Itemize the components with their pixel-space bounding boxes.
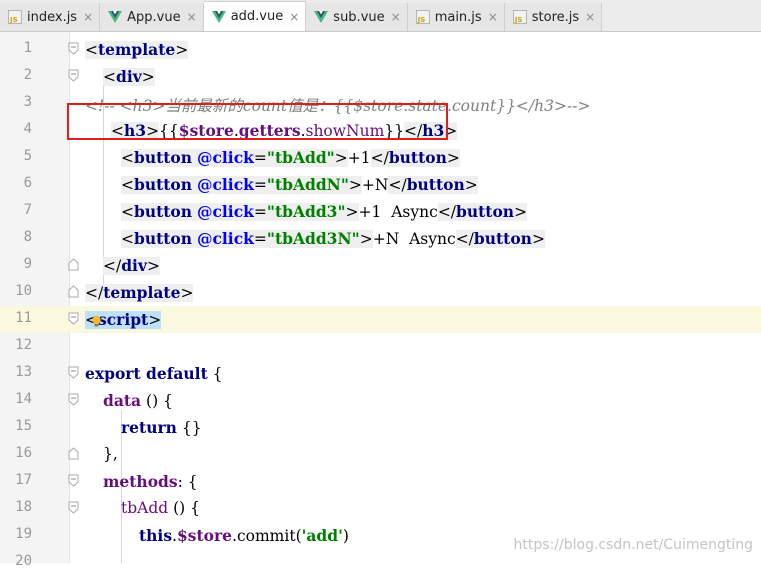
close-icon[interactable]: × xyxy=(83,10,93,24)
code-line[interactable]: 18 tbAdd () { xyxy=(0,495,761,522)
close-icon[interactable]: × xyxy=(289,10,299,24)
fold-end-icon[interactable] xyxy=(68,258,79,271)
js-file-icon xyxy=(512,10,527,24)
line-number: 11 xyxy=(15,310,32,326)
close-icon[interactable]: × xyxy=(391,10,401,24)
fold-icon[interactable] xyxy=(68,42,79,55)
tab-label: store.js xyxy=(531,9,580,25)
lightbulb-icon[interactable] xyxy=(91,315,102,328)
tab-add-vue[interactable]: add.vue × xyxy=(203,1,307,31)
line-number: 8 xyxy=(23,229,32,245)
tab-sub-vue[interactable]: sub.vue × xyxy=(306,3,408,31)
code-line[interactable]: 9 </div> xyxy=(0,252,761,279)
line-number: 3 xyxy=(23,94,32,110)
fold-icon[interactable] xyxy=(68,501,79,514)
code-text: export default { xyxy=(85,364,223,383)
code-text: <button @click="tbAdd3">+1 Async</button… xyxy=(121,202,528,221)
js-file-icon xyxy=(8,10,22,24)
fold-icon[interactable] xyxy=(68,393,79,406)
code-text: <button @click="tbAdd">+1</button> xyxy=(121,148,460,167)
fold-icon[interactable] xyxy=(68,474,79,487)
line-number: 14 xyxy=(15,391,32,407)
line-number: 15 xyxy=(15,418,32,434)
code-text: this.$store.commit('add') xyxy=(139,526,349,545)
code-line[interactable]: 14 data () { xyxy=(0,387,761,414)
close-icon[interactable]: × xyxy=(585,10,595,24)
line-number: 18 xyxy=(15,499,32,515)
code-line[interactable]: 1 <template> xyxy=(0,36,761,63)
code-line[interactable]: 5 <button @click="tbAdd">+1</button> xyxy=(0,144,761,171)
code-line-current[interactable]: 11 <script> xyxy=(0,306,761,333)
line-number: 17 xyxy=(15,472,32,488)
code-text: <template> xyxy=(85,40,189,59)
tab-label: add.vue xyxy=(230,9,284,24)
line-number: 6 xyxy=(23,175,32,191)
code-line[interactable]: 17 methods: { xyxy=(0,468,761,495)
code-text: }, xyxy=(103,445,118,463)
code-text: data () { xyxy=(103,391,173,410)
tab-label: main.js xyxy=(434,9,482,25)
code-text: return {} xyxy=(121,418,202,437)
line-number: 12 xyxy=(15,337,32,353)
highlight-box-annotation xyxy=(67,103,448,140)
code-line[interactable]: 15 return {} xyxy=(0,414,761,441)
line-number: 4 xyxy=(23,121,32,137)
code-text: </template> xyxy=(85,283,194,302)
line-number: 19 xyxy=(15,526,32,542)
tab-label: App.vue xyxy=(127,9,181,25)
code-line[interactable]: 16 }, xyxy=(0,441,761,468)
fold-end-icon[interactable] xyxy=(68,285,79,298)
fold-icon[interactable] xyxy=(68,69,79,82)
tab-label: index.js xyxy=(27,9,78,25)
code-line[interactable]: 10 </template> xyxy=(0,279,761,306)
line-number: 10 xyxy=(15,283,32,299)
fold-icon[interactable] xyxy=(68,366,79,379)
code-text: </div> xyxy=(103,256,160,275)
line-number: 13 xyxy=(15,364,32,380)
code-editor[interactable]: 1 <template> 2 <div> 3 <!-- <h3>当前最新的cou… xyxy=(0,32,761,569)
code-line[interactable]: 8 <button @click="tbAdd3N">+N Async</but… xyxy=(0,225,761,252)
code-text: <button @click="tbAdd3N">+N Async</butto… xyxy=(121,229,545,248)
line-number: 1 xyxy=(23,40,32,56)
code-line[interactable]: 12 xyxy=(0,333,761,360)
code-text: methods: { xyxy=(103,472,198,491)
tab-app-vue[interactable]: App.vue × xyxy=(100,3,204,31)
tab-main-js[interactable]: main.js × xyxy=(407,3,505,31)
editor-tab-bar: index.js × App.vue × add.vue × sub.vue ×… xyxy=(0,0,761,32)
line-number: 16 xyxy=(15,445,32,461)
code-line[interactable]: 2 <div> xyxy=(0,63,761,90)
fold-end-icon[interactable] xyxy=(68,447,79,460)
line-number: 5 xyxy=(23,148,32,164)
code-line[interactable]: 13 export default { xyxy=(0,360,761,387)
tab-index-js[interactable]: index.js × xyxy=(0,3,101,31)
close-icon[interactable]: × xyxy=(488,10,498,24)
js-file-icon xyxy=(415,10,430,24)
code-text: <button @click="tbAddN">+N</button> xyxy=(121,175,478,194)
line-number: 2 xyxy=(23,67,32,83)
code-text: tbAdd () { xyxy=(121,499,201,517)
line-number: 9 xyxy=(23,256,32,272)
code-line[interactable]: 6 <button @click="tbAddN">+N</button> xyxy=(0,171,761,198)
vue-file-icon xyxy=(108,10,123,24)
line-number: 20 xyxy=(15,553,32,569)
watermark-text: https://blog.csdn.net/Cuimengting xyxy=(513,537,753,553)
tab-store-js[interactable]: store.js × xyxy=(504,3,603,31)
close-icon[interactable]: × xyxy=(187,10,197,24)
fold-icon[interactable] xyxy=(68,312,79,325)
code-line[interactable]: 7 <button @click="tbAdd3">+1 Async</butt… xyxy=(0,198,761,225)
vue-file-icon xyxy=(314,10,329,24)
code-text: <div> xyxy=(103,67,155,86)
vue-file-icon xyxy=(211,10,226,24)
tab-label: sub.vue xyxy=(333,9,385,25)
line-number: 7 xyxy=(23,202,32,218)
